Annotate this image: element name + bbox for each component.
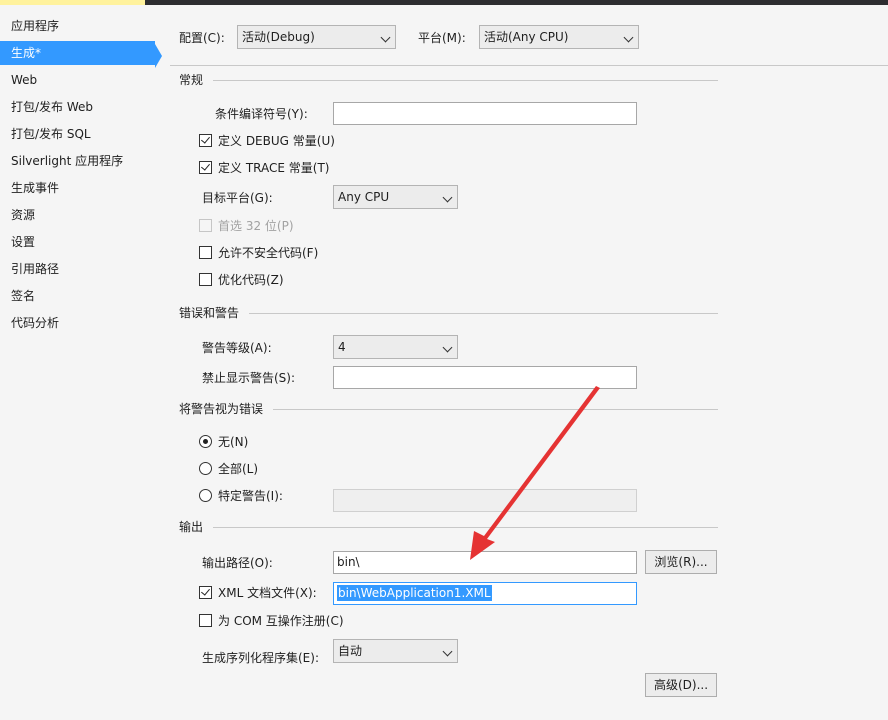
define-debug-label: 定义 DEBUG 常量(U) (218, 134, 335, 148)
advanced-button[interactable]: 高级(D)... (645, 673, 717, 697)
xml-doc-path-input[interactable]: bin\WebApplication1.XML (333, 582, 637, 605)
treat-warnings-all-radio[interactable] (199, 462, 212, 475)
sidebar-item-build[interactable]: 生成* (0, 41, 155, 65)
sidebar-item-reference-paths[interactable]: 引用路径 (0, 257, 155, 281)
group-divider (179, 80, 718, 81)
optimize-code-label: 优化代码(Z) (218, 273, 284, 287)
divider (170, 65, 888, 66)
configuration-value: 活动(Debug) (242, 30, 315, 44)
configuration-dropdown[interactable]: 活动(Debug) (237, 25, 396, 49)
selected-item-pointer (155, 44, 162, 68)
project-properties-sidebar: 应用程序 生成* Web 打包/发布 Web 打包/发布 SQL Silverl… (0, 5, 162, 720)
com-register-checkbox[interactable] (199, 614, 212, 627)
specific-warnings-input (333, 489, 637, 512)
treat-warnings-group-title: 将警告视为错误 (179, 401, 274, 417)
output-path-label: 输出路径(O): (202, 556, 273, 570)
group-divider (179, 527, 718, 528)
sidebar-item-build-events[interactable]: 生成事件 (0, 176, 155, 200)
define-trace-label: 定义 TRACE 常量(T) (218, 161, 330, 175)
general-group-title: 常规 (179, 72, 214, 88)
allow-unsafe-checkbox[interactable] (199, 246, 212, 259)
treat-warnings-specific-label: 特定警告(I): (218, 489, 283, 503)
xml-doc-label: XML 文档文件(X): (218, 586, 317, 600)
sidebar-item-web[interactable]: Web (0, 68, 155, 92)
sidebar-item-code-analysis[interactable]: 代码分析 (0, 311, 155, 335)
xml-doc-checkbox[interactable] (199, 586, 212, 599)
prefer-32bit-checkbox (199, 219, 212, 232)
browse-button[interactable]: 浏览(R)... (645, 550, 717, 574)
treat-warnings-none-label: 无(N) (218, 435, 249, 449)
selected-text: bin\WebApplication1.XML (337, 585, 492, 601)
sidebar-item-silverlight[interactable]: Silverlight 应用程序 (0, 149, 155, 173)
configuration-label: 配置(C): (179, 31, 225, 45)
checkmark-icon (201, 134, 210, 144)
conditional-symbols-input[interactable] (333, 102, 637, 125)
define-debug-checkbox[interactable] (199, 134, 212, 147)
treat-warnings-none-radio[interactable] (199, 435, 212, 448)
define-trace-checkbox[interactable] (199, 161, 212, 174)
output-path-input[interactable]: bin\ (333, 551, 637, 574)
sidebar-item-package-sql[interactable]: 打包/发布 SQL (0, 122, 155, 146)
target-platform-label: 目标平台(G): (202, 191, 273, 205)
optimize-code-checkbox[interactable] (199, 273, 212, 286)
checkmark-icon (201, 161, 210, 171)
warning-level-value: 4 (338, 340, 346, 354)
warning-level-label: 警告等级(A): (202, 341, 272, 355)
chevron-down-icon (380, 32, 391, 43)
platform-dropdown[interactable]: 活动(Any CPU) (479, 25, 639, 49)
checkmark-icon (201, 586, 210, 596)
radio-selected-dot (203, 439, 208, 444)
sidebar-item-settings[interactable]: 设置 (0, 230, 155, 254)
target-platform-value: Any CPU (338, 190, 390, 204)
sidebar-item-resources[interactable]: 资源 (0, 203, 155, 227)
serialization-assembly-dropdown[interactable]: 自动 (333, 639, 458, 663)
chevron-down-icon (442, 192, 453, 203)
allow-unsafe-label: 允许不安全代码(F) (218, 246, 319, 260)
treat-warnings-specific-radio[interactable] (199, 489, 212, 502)
serialization-assembly-value: 自动 (338, 644, 363, 658)
warning-level-dropdown[interactable]: 4 (333, 335, 458, 359)
com-register-label: 为 COM 互操作注册(C) (218, 614, 344, 628)
group-divider (179, 313, 718, 314)
output-group-title: 输出 (179, 519, 214, 535)
errors-warnings-group-title: 错误和警告 (179, 305, 250, 321)
chevron-down-icon (442, 646, 453, 657)
treat-warnings-all-label: 全部(L) (218, 462, 259, 476)
platform-label: 平台(M): (418, 31, 466, 45)
sidebar-item-package-web[interactable]: 打包/发布 Web (0, 95, 155, 119)
suppress-warnings-input[interactable] (333, 366, 637, 389)
suppress-warnings-label: 禁止显示警告(S): (202, 371, 296, 385)
conditional-symbols-label: 条件编译符号(Y): (215, 107, 308, 121)
chevron-down-icon (623, 32, 634, 43)
serialization-assembly-label: 生成序列化程序集(E): (202, 651, 319, 665)
target-platform-dropdown[interactable]: Any CPU (333, 185, 458, 209)
platform-value: 活动(Any CPU) (484, 30, 569, 44)
chevron-down-icon (442, 342, 453, 353)
sidebar-item-signing[interactable]: 签名 (0, 284, 155, 308)
sidebar-item-application[interactable]: 应用程序 (0, 14, 155, 38)
prefer-32bit-label: 首选 32 位(P) (218, 219, 294, 233)
